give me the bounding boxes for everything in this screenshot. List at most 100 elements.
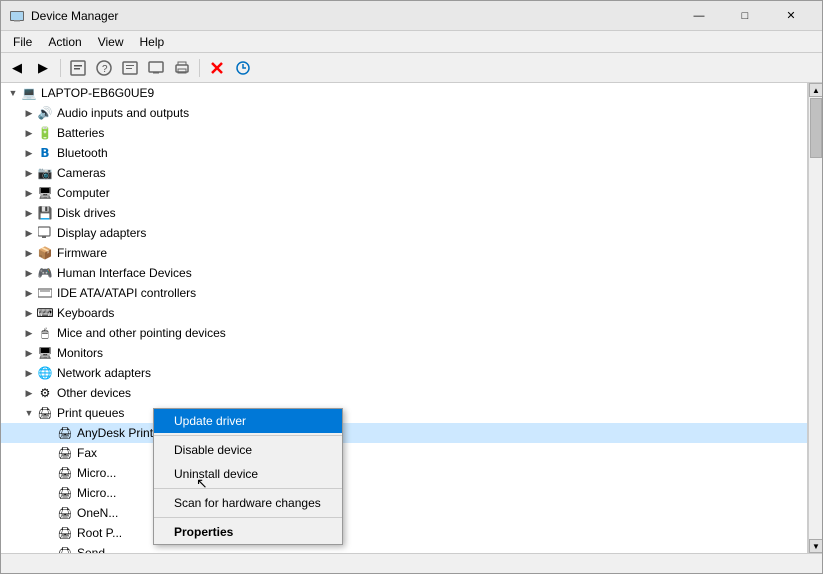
monitors-icon: 🖥: [37, 345, 53, 361]
ctx-properties[interactable]: Properties: [154, 520, 342, 544]
mice-label: Mice and other pointing devices: [57, 326, 226, 340]
onenote-label: OneN...: [77, 506, 118, 520]
tree-item-onenote[interactable]: 🖨 OneN...: [1, 503, 807, 523]
tree-item-mice[interactable]: ▶ 🖱 Mice and other pointing devices: [1, 323, 807, 343]
ms2-label: Micro...: [77, 486, 116, 500]
help-button[interactable]: ?: [92, 57, 116, 79]
audio-icon: 🔊: [37, 105, 53, 121]
tree-item-ms2[interactable]: 🖨 Micro...: [1, 483, 807, 503]
fax-expander: [41, 445, 57, 461]
ms1-label: Micro...: [77, 466, 116, 480]
toolbar-btn-5[interactable]: [118, 57, 142, 79]
tree-item-firmware[interactable]: ▶ 📦 Firmware: [1, 243, 807, 263]
forward-button[interactable]: ▶: [31, 57, 55, 79]
keyboards-label: Keyboards: [57, 306, 114, 320]
ctx-scan-hardware[interactable]: Scan for hardware changes: [154, 491, 342, 515]
tree-item-ms1[interactable]: 🖨 Micro...: [1, 463, 807, 483]
network-expander[interactable]: ▶: [21, 365, 37, 381]
menu-action[interactable]: Action: [40, 33, 89, 51]
computer-icon: 💻: [21, 85, 37, 101]
display-icon: [37, 225, 53, 241]
hid-expander[interactable]: ▶: [21, 265, 37, 281]
tree-item-disk[interactable]: ▶ 💾 Disk drives: [1, 203, 807, 223]
print-button[interactable]: [170, 57, 194, 79]
ms1-expander: [41, 465, 57, 481]
root-pdf-icon: 🖨: [57, 525, 73, 541]
display-label: Display adapters: [57, 226, 146, 240]
display-expander[interactable]: ▶: [21, 225, 37, 241]
maximize-button[interactable]: □: [722, 1, 768, 31]
scroll-thumb[interactable]: [810, 98, 822, 158]
tree-item-computer[interactable]: ▶ 🖥 Computer: [1, 183, 807, 203]
tree-item-hid[interactable]: ▶ 🎮 Human Interface Devices: [1, 263, 807, 283]
tree-item-cameras[interactable]: ▶ 📷 Cameras: [1, 163, 807, 183]
tree-item-print-queues[interactable]: ▼ 🖨 Print queues: [1, 403, 807, 423]
mice-expander[interactable]: ▶: [21, 325, 37, 341]
scroll-track[interactable]: [809, 97, 822, 539]
tree-item-batteries[interactable]: ▶ 🔋 Batteries: [1, 123, 807, 143]
scan-button[interactable]: [231, 57, 255, 79]
ms2-expander: [41, 485, 57, 501]
tree-item-fax[interactable]: 🖨 Fax: [1, 443, 807, 463]
fax-icon: 🖨: [57, 445, 73, 461]
bluetooth-expander[interactable]: ▶: [21, 145, 37, 161]
device-tree[interactable]: ▼ 💻 LAPTOP-EB6G0UE9 ▶ 🔊 Audio inputs and…: [1, 83, 808, 553]
send-expander: [41, 545, 57, 553]
menu-help[interactable]: Help: [132, 33, 173, 51]
other-icon: ⚙: [37, 385, 53, 401]
uninstall-button[interactable]: [205, 57, 229, 79]
ctx-disable-device[interactable]: Disable device: [154, 438, 342, 462]
scrollbar[interactable]: ▲ ▼: [808, 83, 822, 553]
tree-item-audio[interactable]: ▶ 🔊 Audio inputs and outputs: [1, 103, 807, 123]
ide-expander[interactable]: ▶: [21, 285, 37, 301]
batteries-icon: 🔋: [37, 125, 53, 141]
window-title: Device Manager: [31, 9, 118, 23]
ctx-update-driver[interactable]: Update driver: [154, 409, 342, 433]
minimize-button[interactable]: —: [676, 1, 722, 31]
tree-item-network[interactable]: ▶ 🌐 Network adapters: [1, 363, 807, 383]
fax-label: Fax: [77, 446, 97, 460]
menu-view[interactable]: View: [90, 33, 132, 51]
firmware-expander[interactable]: ▶: [21, 245, 37, 261]
tree-item-anydesk[interactable]: 🖨 AnyDesk Printer: [1, 423, 807, 443]
scroll-down-button[interactable]: ▼: [809, 539, 822, 553]
root-node[interactable]: ▼ 💻 LAPTOP-EB6G0UE9: [1, 83, 807, 103]
root-pdf-label: Root P...: [77, 526, 122, 540]
back-button[interactable]: ◀: [5, 57, 29, 79]
ms1-icon: 🖨: [57, 465, 73, 481]
ctx-uninstall-device[interactable]: Uninstall device: [154, 462, 342, 486]
tree-item-display[interactable]: ▶ Display adapters: [1, 223, 807, 243]
audio-expander[interactable]: ▶: [21, 105, 37, 121]
tree-item-other[interactable]: ▶ ⚙ Other devices: [1, 383, 807, 403]
anydesk-icon: 🖨: [57, 425, 73, 441]
computer-expander[interactable]: ▶: [21, 185, 37, 201]
tree-item-send[interactable]: 🖨 Send ...: [1, 543, 807, 553]
root-expander[interactable]: ▼: [5, 85, 21, 101]
batteries-expander[interactable]: ▶: [21, 125, 37, 141]
disk-expander[interactable]: ▶: [21, 205, 37, 221]
scroll-up-button[interactable]: ▲: [809, 83, 822, 97]
network-icon: 🌐: [37, 365, 53, 381]
tree-item-bluetooth[interactable]: ▶ 𝗕 Bluetooth: [1, 143, 807, 163]
keyboards-expander[interactable]: ▶: [21, 305, 37, 321]
tree-item-monitors[interactable]: ▶ 🖥 Monitors: [1, 343, 807, 363]
send-icon: 🖨: [57, 545, 73, 553]
monitors-expander[interactable]: ▶: [21, 345, 37, 361]
toolbar-separator-2: [199, 59, 200, 77]
disk-label: Disk drives: [57, 206, 116, 220]
monitor-button[interactable]: [144, 57, 168, 79]
cameras-expander[interactable]: ▶: [21, 165, 37, 181]
tree-item-root-pdf[interactable]: 🖨 Root P...: [1, 523, 807, 543]
title-bar: Device Manager — □ ✕: [1, 1, 822, 31]
tree-item-ide[interactable]: ▶ IDE ATA/ATAPI controllers: [1, 283, 807, 303]
print-queues-expander[interactable]: ▼: [21, 405, 37, 421]
properties-button[interactable]: [66, 57, 90, 79]
ctx-separator-3: [154, 517, 342, 518]
ide-icon: [37, 285, 53, 301]
ms2-icon: 🖨: [57, 485, 73, 501]
other-expander[interactable]: ▶: [21, 385, 37, 401]
tree-item-keyboards[interactable]: ▶ ⌨ Keyboards: [1, 303, 807, 323]
menu-file[interactable]: File: [5, 33, 40, 51]
close-button[interactable]: ✕: [768, 1, 814, 31]
firmware-icon: 📦: [37, 245, 53, 261]
